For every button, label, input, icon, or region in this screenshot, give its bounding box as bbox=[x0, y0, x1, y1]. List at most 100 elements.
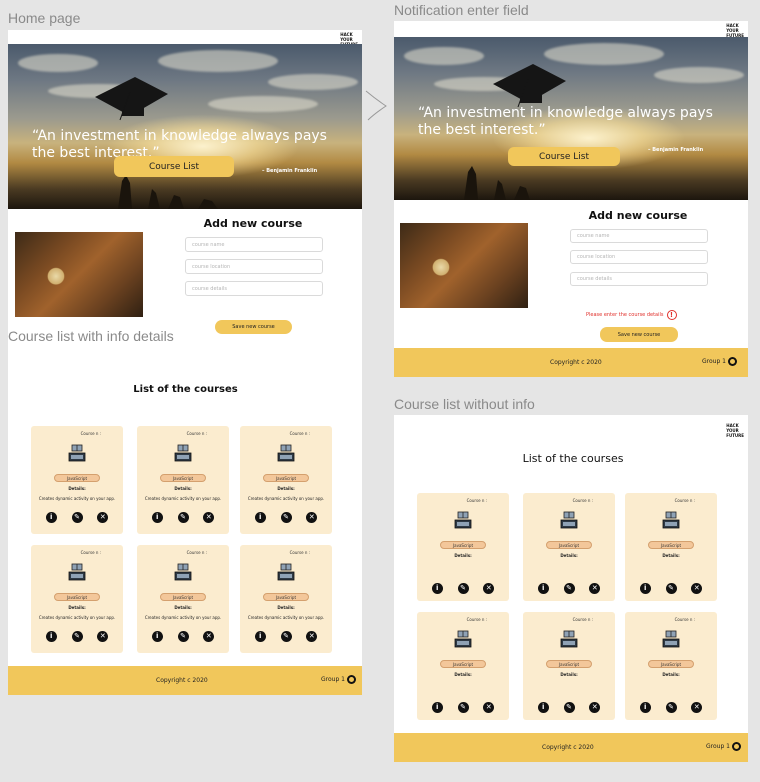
delete-icon[interactable]: ✕ bbox=[483, 583, 495, 594]
course-card[interactable]: Course n : JavaScript Details: i ✎ ✕ bbox=[625, 493, 717, 601]
course-card[interactable]: Course n : JavaScript Details: i ✎ ✕ bbox=[625, 612, 717, 720]
edit-icon[interactable]: ✎ bbox=[457, 583, 469, 594]
course-tag: JavaScript bbox=[546, 660, 592, 668]
card-actions: i ✎ ✕ bbox=[625, 583, 717, 594]
course-description: Creates dynamic activity on your app. bbox=[38, 615, 116, 620]
edit-icon[interactable]: ✎ bbox=[280, 512, 292, 523]
card-actions: i ✎ ✕ bbox=[137, 512, 229, 523]
add-course-title: Add new course bbox=[588, 209, 688, 222]
course-number: Course n : bbox=[674, 498, 695, 503]
edit-icon[interactable]: ✎ bbox=[563, 702, 575, 713]
info-icon[interactable]: i bbox=[431, 702, 443, 713]
group-label[interactable]: Group 1 bbox=[706, 742, 741, 751]
course-card[interactable]: Course n : JavaScript Details: Creates dyna… bbox=[137, 545, 229, 653]
info-icon[interactable]: i bbox=[254, 631, 266, 642]
course-card[interactable]: Course n : JavaScript Details: i ✎ ✕ bbox=[523, 493, 615, 601]
course-details-input[interactable]: course details bbox=[185, 281, 323, 296]
details-label: Details: bbox=[662, 553, 680, 558]
delete-icon[interactable]: ✕ bbox=[691, 583, 703, 594]
copyright-text: Copyright c 2020 bbox=[542, 744, 594, 751]
github-icon[interactable] bbox=[732, 742, 741, 751]
save-course-button[interactable]: Save new course bbox=[215, 320, 292, 334]
book-icon bbox=[68, 563, 86, 581]
course-card[interactable]: Course n : JavaScript Details: i ✎ ✕ bbox=[523, 612, 615, 720]
delete-icon[interactable]: ✕ bbox=[691, 702, 703, 713]
course-card[interactable]: Course n : JavaScript Details: Creates dyna… bbox=[240, 545, 332, 653]
book-icon bbox=[68, 444, 86, 462]
delete-icon[interactable]: ✕ bbox=[203, 631, 215, 642]
edit-icon[interactable]: ✎ bbox=[457, 702, 469, 713]
info-icon[interactable]: i bbox=[45, 631, 57, 642]
course-name-input[interactable]: course name bbox=[570, 229, 708, 243]
card-actions: i ✎ ✕ bbox=[523, 702, 615, 713]
info-icon[interactable]: i bbox=[151, 631, 163, 642]
course-card[interactable]: Course n : JavaScript Details: Creates dyna… bbox=[137, 426, 229, 534]
delete-icon[interactable]: ✕ bbox=[97, 631, 109, 642]
edit-icon[interactable]: ✎ bbox=[280, 631, 292, 642]
book-icon bbox=[277, 444, 295, 462]
course-number: Course n : bbox=[80, 431, 101, 436]
edit-icon[interactable]: ✎ bbox=[177, 512, 189, 523]
group-label[interactable]: Group 1 bbox=[702, 357, 737, 366]
course-card[interactable]: Course n : JavaScript Details: Creates dyna… bbox=[240, 426, 332, 534]
info-icon[interactable]: i bbox=[537, 583, 549, 594]
graduation-cap-icon bbox=[95, 77, 168, 121]
course-card[interactable]: Course n : JavaScript Details: i ✎ ✕ bbox=[417, 612, 509, 720]
delete-icon[interactable]: ✕ bbox=[589, 583, 601, 594]
info-icon[interactable]: i bbox=[254, 512, 266, 523]
group-label[interactable]: Group 1 bbox=[321, 675, 356, 684]
quote-author: – Benjamin Franklin bbox=[262, 168, 318, 174]
book-icon bbox=[454, 511, 472, 529]
logo[interactable]: HACKYOURFUTURE bbox=[726, 423, 744, 438]
delete-icon[interactable]: ✕ bbox=[483, 702, 495, 713]
github-icon[interactable] bbox=[728, 357, 737, 366]
details-label: Details: bbox=[454, 672, 472, 677]
add-course-title: Add new course bbox=[203, 217, 303, 230]
delete-icon[interactable]: ✕ bbox=[97, 512, 109, 523]
save-course-button[interactable]: Save new course bbox=[600, 327, 678, 342]
edit-icon[interactable]: ✎ bbox=[665, 702, 677, 713]
edit-icon[interactable]: ✎ bbox=[71, 512, 83, 523]
edit-icon[interactable]: ✎ bbox=[665, 583, 677, 594]
delete-icon[interactable]: ✕ bbox=[589, 702, 601, 713]
github-icon[interactable] bbox=[347, 675, 356, 684]
delete-icon[interactable]: ✕ bbox=[306, 512, 318, 523]
card-actions: i ✎ ✕ bbox=[31, 512, 123, 523]
notification-frame: HACK YOUR FUTURE “An investment in knowled… bbox=[394, 21, 748, 377]
delete-icon[interactable]: ✕ bbox=[306, 631, 318, 642]
course-name-input[interactable]: course name bbox=[185, 237, 323, 252]
course-card[interactable]: Course n : JavaScript Details: Creates dyna… bbox=[31, 545, 123, 653]
home-page-frame: HACKYOURFUTURE “An investment in knowled… bbox=[8, 30, 362, 695]
edit-icon[interactable]: ✎ bbox=[177, 631, 189, 642]
edit-icon[interactable]: ✎ bbox=[71, 631, 83, 642]
book-icon bbox=[560, 511, 578, 529]
logo[interactable]: HACKYOURFUTURE bbox=[726, 23, 744, 38]
info-icon[interactable]: i bbox=[151, 512, 163, 523]
card-actions: i ✎ ✕ bbox=[240, 631, 332, 642]
course-number: Course n : bbox=[186, 431, 207, 436]
course-list-button[interactable]: Course List bbox=[114, 156, 234, 177]
course-card[interactable]: Course n : JavaScript Details: Creates dyna… bbox=[31, 426, 123, 534]
info-icon[interactable]: i bbox=[639, 583, 651, 594]
details-label: Details: bbox=[560, 672, 578, 677]
course-description: Creates dynamic activity on your app. bbox=[247, 615, 325, 620]
error-icon: ! bbox=[666, 310, 677, 320]
info-icon[interactable]: i bbox=[45, 512, 57, 523]
course-location-input[interactable]: course location bbox=[570, 250, 708, 264]
details-label: Details: bbox=[454, 553, 472, 558]
info-icon[interactable]: i bbox=[537, 702, 549, 713]
course-tag: JavaScript bbox=[648, 660, 694, 668]
delete-icon[interactable]: ✕ bbox=[203, 512, 215, 523]
info-icon[interactable]: i bbox=[639, 702, 651, 713]
course-card[interactable]: Course n : JavaScript Details: i ✎ ✕ bbox=[417, 493, 509, 601]
course-tag: JavaScript bbox=[160, 593, 206, 601]
footer: Copyright c 2020 Group 1 bbox=[394, 348, 748, 377]
course-number: Course n : bbox=[674, 617, 695, 622]
edit-icon[interactable]: ✎ bbox=[563, 583, 575, 594]
book-icon bbox=[662, 511, 680, 529]
course-location-input[interactable]: course location bbox=[185, 259, 323, 274]
details-label: Details: bbox=[174, 605, 192, 610]
course-details-input[interactable]: course details bbox=[570, 272, 708, 286]
course-list-button[interactable]: Course List bbox=[508, 147, 620, 166]
info-icon[interactable]: i bbox=[431, 583, 443, 594]
